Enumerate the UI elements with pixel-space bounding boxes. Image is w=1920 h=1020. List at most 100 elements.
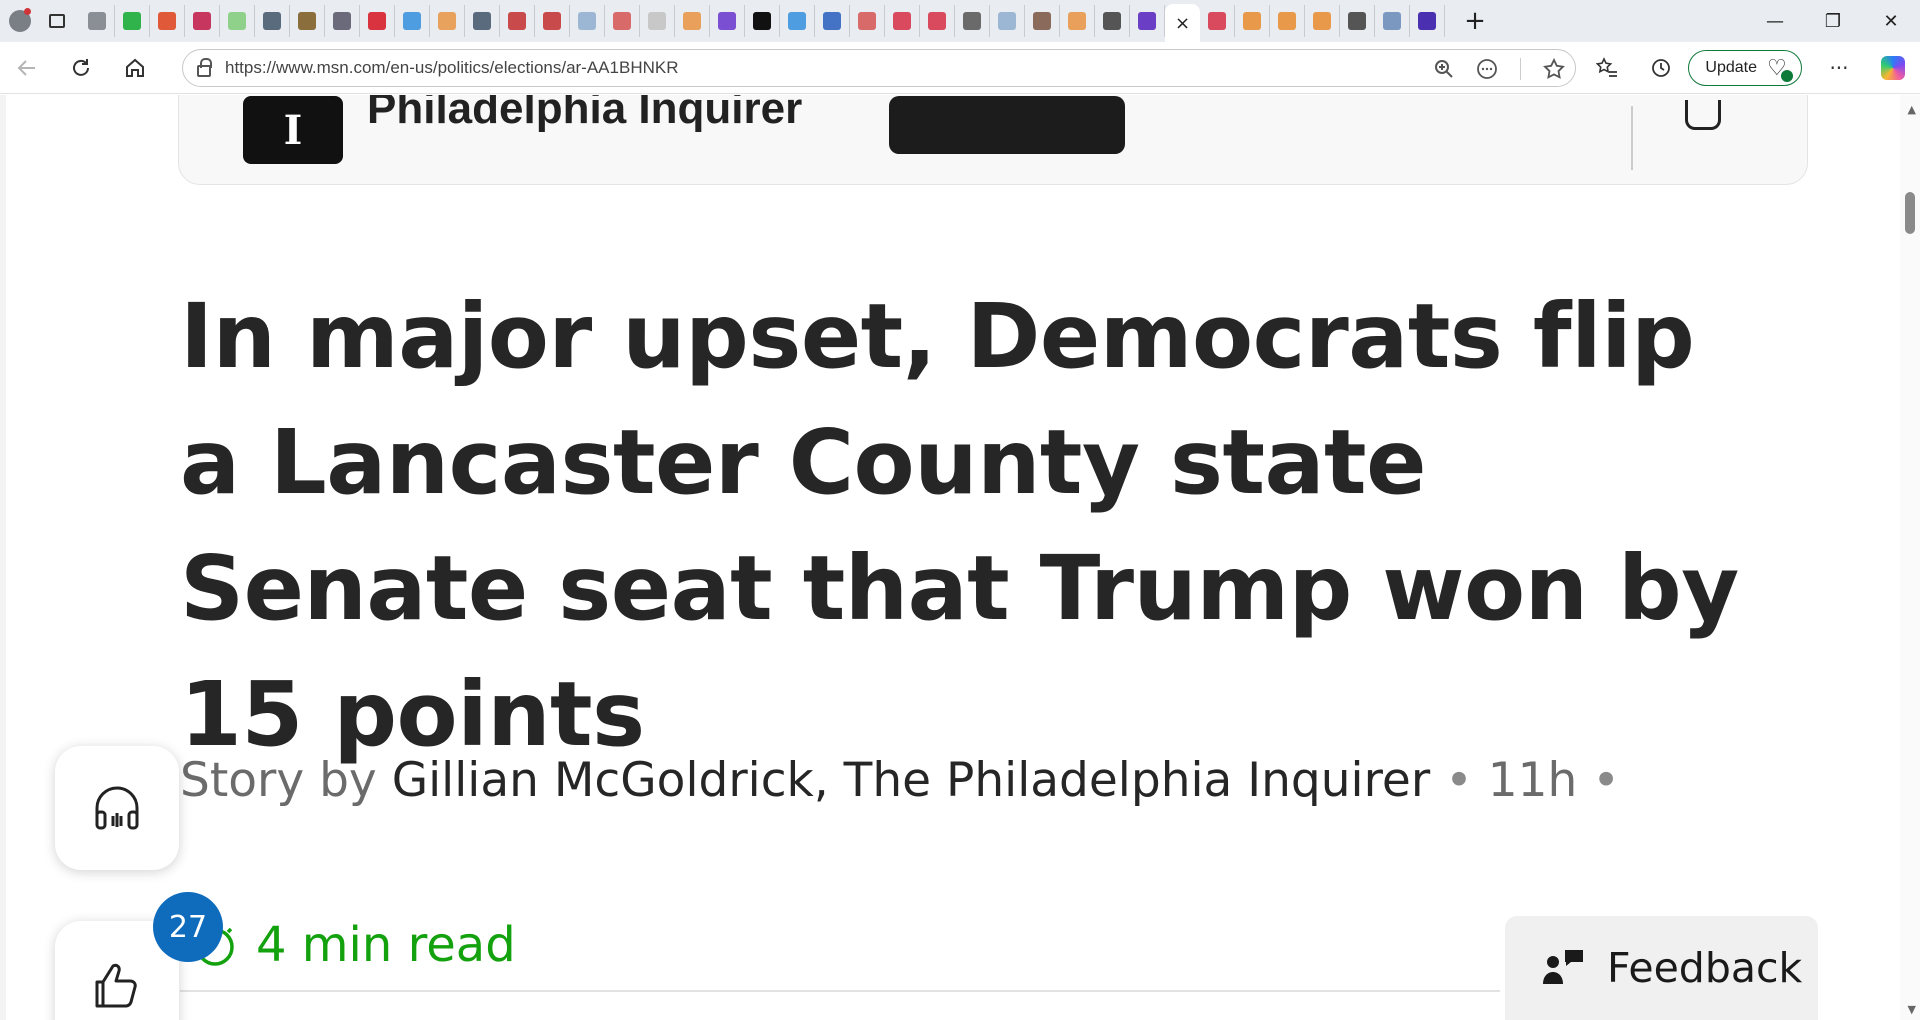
listen-button[interactable] [55, 746, 179, 870]
browser-tab[interactable] [220, 5, 255, 37]
browser-tab[interactable] [675, 5, 710, 37]
tab-favicon-icon [858, 12, 876, 30]
browser-tab[interactable] [500, 5, 535, 37]
browser-tab[interactable] [1235, 5, 1270, 37]
publisher-name[interactable]: Philadelphia Inquirer [367, 95, 802, 134]
tab-favicon-icon [158, 12, 176, 30]
read-aloud-icon[interactable] [1476, 58, 1498, 80]
tab-favicon-icon [753, 12, 771, 30]
browser-tab[interactable] [745, 5, 780, 37]
tab-favicon-icon [1383, 12, 1401, 30]
settings-more-button[interactable]: ··· [1812, 42, 1866, 94]
url-field[interactable]: https://www.msn.com/en-us/politics/elect… [182, 49, 1576, 87]
browser-tab[interactable] [430, 5, 465, 37]
browser-tab[interactable] [605, 5, 640, 37]
close-tab-icon[interactable]: × [1175, 13, 1190, 34]
restore-button[interactable]: ❐ [1804, 0, 1862, 42]
read-time: 4 min read [192, 917, 516, 973]
browser-tab[interactable] [115, 5, 150, 37]
page-viewport: I Philadelphia Inquirer In major upset, … [0, 95, 1920, 1020]
close-window-button[interactable]: ✕ [1862, 0, 1920, 42]
browser-tab[interactable] [465, 5, 500, 37]
history-button[interactable] [1634, 42, 1688, 94]
browser-tab[interactable] [80, 5, 115, 37]
scroll-up-arrow-icon[interactable]: ▲ [1908, 103, 1916, 116]
browser-tab[interactable] [360, 5, 395, 37]
article-age: 11h [1487, 753, 1578, 808]
zoom-icon[interactable] [1434, 59, 1454, 79]
update-button[interactable]: Update [1688, 50, 1802, 86]
tab-favicon-icon [683, 12, 701, 30]
browser-tab[interactable] [1305, 5, 1340, 37]
tab-favicon-icon [613, 12, 631, 30]
byline-prefix: Story by [180, 753, 392, 808]
back-button[interactable] [0, 42, 54, 94]
browser-tab[interactable] [570, 5, 605, 37]
browser-tab[interactable] [1270, 5, 1305, 37]
browser-tab[interactable] [1060, 5, 1095, 37]
tab-favicon-icon [648, 12, 666, 30]
copilot-button[interactable] [1866, 42, 1920, 94]
tab-bar: × + — ❐ ✕ [0, 0, 1920, 42]
browser-tab[interactable] [1340, 5, 1375, 37]
tab-actions-button[interactable] [40, 0, 74, 42]
browser-tab[interactable] [710, 5, 745, 37]
byline-separator: • [1430, 753, 1488, 808]
minimize-button[interactable]: — [1746, 0, 1804, 42]
back-arrow-icon [17, 59, 35, 76]
toolbar-right: Update ··· [1580, 42, 1920, 94]
refresh-button[interactable] [54, 42, 108, 94]
browser-tab[interactable] [395, 5, 430, 37]
publisher-logo[interactable]: I [243, 96, 343, 164]
tab-favicon-icon [543, 12, 561, 30]
browser-tab[interactable] [850, 5, 885, 37]
address-bar: https://www.msn.com/en-us/politics/elect… [0, 42, 1920, 94]
byline-author[interactable]: Gillian McGoldrick, The Philadelphia Inq… [392, 753, 1430, 808]
update-label: Update [1705, 59, 1757, 76]
follow-button[interactable] [889, 96, 1125, 154]
browser-tab[interactable] [955, 5, 990, 37]
tab-favicon-icon [1138, 12, 1156, 30]
browser-tab[interactable] [1410, 5, 1445, 37]
url-actions [1434, 50, 1565, 88]
tab-favicon-icon [998, 12, 1016, 30]
browser-tab[interactable] [1095, 5, 1130, 37]
browser-tab[interactable] [920, 5, 955, 37]
favorite-star-icon[interactable] [1543, 58, 1565, 80]
tab-favicon-icon [193, 12, 211, 30]
url-divider [1520, 58, 1521, 80]
browser-tab[interactable] [185, 5, 220, 37]
browser-tab[interactable] [150, 5, 185, 37]
headphones-icon [95, 786, 139, 830]
browser-tab[interactable] [1025, 5, 1060, 37]
home-button[interactable] [108, 42, 162, 94]
notification-dot [24, 8, 31, 15]
browser-tab[interactable] [1130, 5, 1165, 37]
tab-favicon-icon [508, 12, 526, 30]
new-tab-button[interactable]: + [1453, 0, 1497, 42]
scroll-thumb[interactable] [1905, 192, 1915, 234]
scroll-down-arrow-icon[interactable]: ▼ [1908, 1003, 1916, 1016]
vertical-scrollbar[interactable]: ▲ ▼ [1900, 95, 1920, 1020]
browser-tab[interactable] [325, 5, 360, 37]
browser-tab[interactable] [780, 5, 815, 37]
feedback-button[interactable]: Feedback [1505, 916, 1818, 1020]
profile-button[interactable] [0, 0, 40, 42]
browser-tab[interactable] [885, 5, 920, 37]
share-icon[interactable] [1685, 100, 1721, 130]
site-info-icon[interactable] [183, 58, 225, 77]
browser-tab[interactable] [990, 5, 1025, 37]
favorites-icon [1596, 57, 1618, 77]
url-text[interactable]: https://www.msn.com/en-us/politics/elect… [225, 58, 679, 78]
favorites-button[interactable] [1580, 42, 1634, 94]
browser-tab[interactable] [815, 5, 850, 37]
browser-tab[interactable] [290, 5, 325, 37]
browser-tab[interactable] [1200, 5, 1235, 37]
browser-tab[interactable] [1375, 5, 1410, 37]
tab-favicon-icon [578, 12, 596, 30]
active-tab[interactable]: × [1165, 4, 1200, 42]
browser-tab[interactable] [255, 5, 290, 37]
browser-tab[interactable] [640, 5, 675, 37]
tab-favicon-icon [1278, 12, 1296, 30]
browser-tab[interactable] [535, 5, 570, 37]
